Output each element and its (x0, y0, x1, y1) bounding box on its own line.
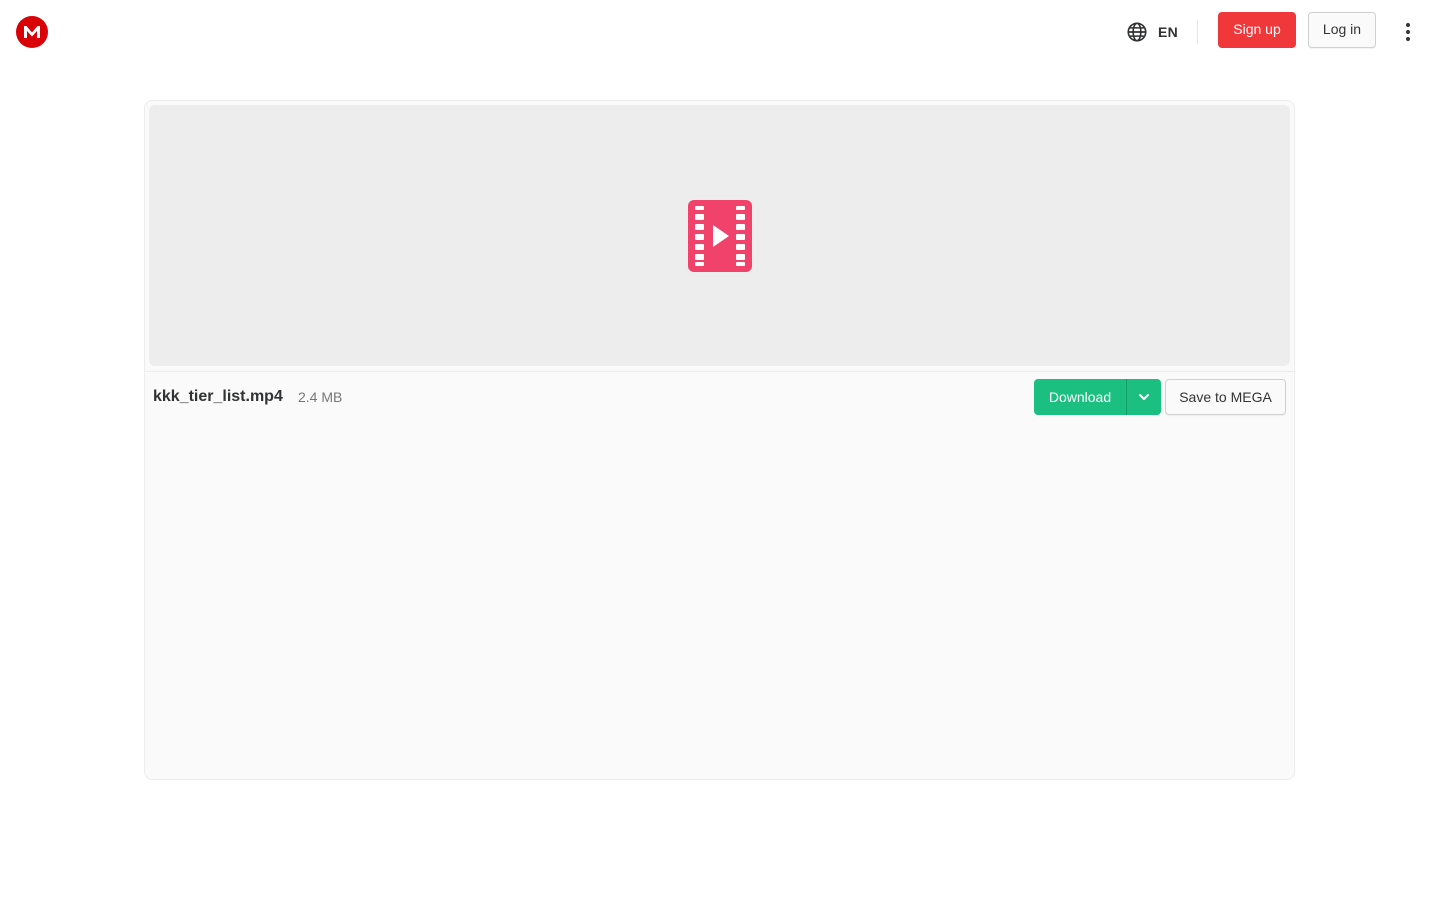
mega-logo-icon[interactable] (16, 16, 48, 48)
file-name: kkk_tier_list.mp4 (153, 388, 283, 405)
card-separator (145, 371, 1294, 372)
header-divider (1197, 20, 1198, 44)
dot (1406, 23, 1410, 27)
signup-button[interactable]: Sign up (1218, 12, 1296, 48)
language-selector[interactable]: EN (1126, 20, 1178, 44)
file-size: 2.4 MB (298, 389, 343, 405)
save-to-mega-button[interactable]: Save to MEGA (1165, 379, 1286, 415)
dot (1406, 37, 1410, 41)
globe-icon (1127, 22, 1147, 42)
top-bar: EN Sign up Log in (0, 0, 1440, 64)
mega-logo-glyph (24, 26, 40, 38)
login-button[interactable]: Log in (1308, 12, 1376, 48)
download-button[interactable]: Download (1034, 379, 1126, 415)
download-button-group: Download (1034, 379, 1161, 415)
vertical-dots-icon[interactable] (1396, 20, 1420, 44)
file-card: kkk_tier_list.mp4 2.4 MB Download Save t… (144, 100, 1295, 780)
dot (1406, 30, 1410, 34)
video-file-icon (688, 200, 752, 272)
file-preview (149, 105, 1290, 366)
language-code: EN (1158, 24, 1179, 40)
chevron-down-icon (1139, 394, 1149, 400)
download-options-button[interactable] (1126, 379, 1161, 415)
